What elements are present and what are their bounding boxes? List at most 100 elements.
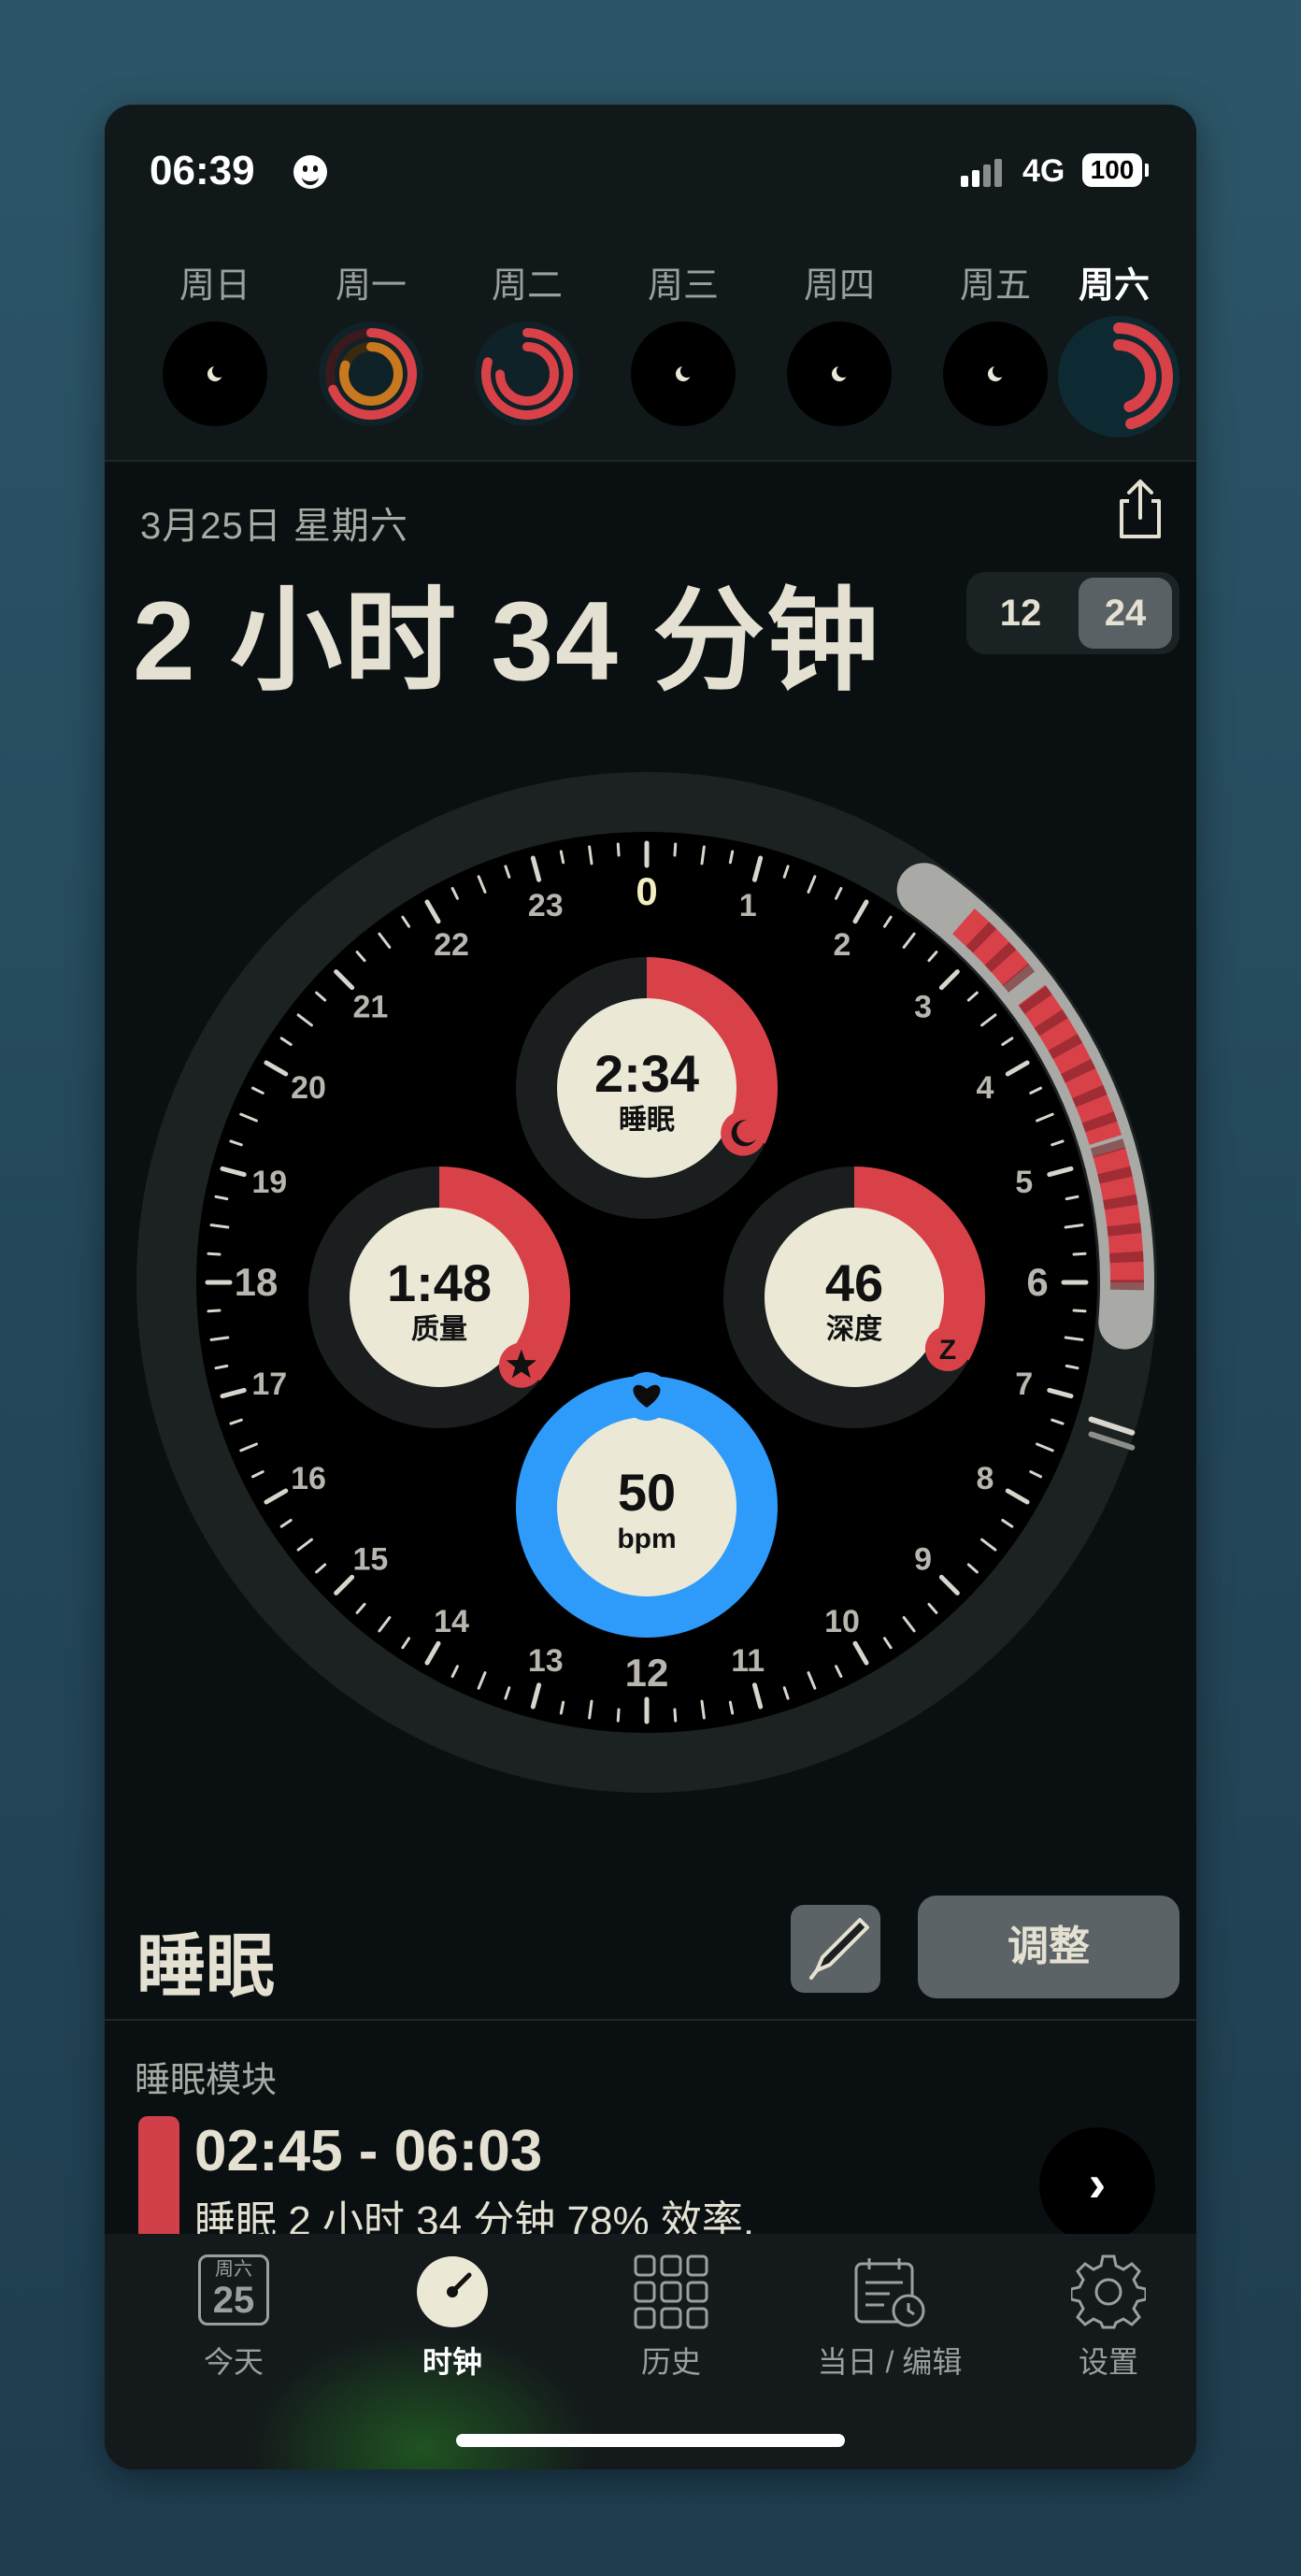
tab-label: 今天: [203, 2345, 264, 2379]
hour-label: 20: [291, 1070, 326, 1106]
sleep-stage-divider: [1034, 1009, 1068, 1037]
grid-icon: [634, 2254, 708, 2329]
deep-gauge[interactable]: 46深度 Z: [723, 1166, 985, 1428]
day-ring: [475, 322, 579, 426]
sleep-stage-divider: [1090, 1138, 1126, 1158]
gauge-value: 1:48: [387, 1253, 492, 1312]
status-time: 06:39: [150, 148, 255, 193]
gauge-value: 2:34: [594, 1044, 699, 1103]
sleep-stage-divider: [1107, 1223, 1142, 1237]
hour-label: 3: [914, 989, 932, 1024]
divider: [105, 2019, 1196, 2021]
gauge-label: 质量: [411, 1314, 467, 1345]
hour-label: 2: [834, 927, 851, 963]
dial-tick: [616, 842, 621, 857]
module-label: 睡眠模块: [135, 2061, 278, 2100]
phone-screen: 06:39 4G 100 周日 周一 周二 周三 周四 周五 周六 3月25日 …: [105, 105, 1196, 2469]
gauge-label: 深度: [826, 1314, 882, 1345]
hour-label: 12: [625, 1651, 669, 1695]
sleep-clock-dial: 0 1234567891011121314151617181920212223 2…: [136, 772, 1157, 1793]
sleep-stage-divider: [1019, 985, 1052, 1014]
home-indicator: [456, 2434, 845, 2447]
hour-label: 15: [353, 1542, 389, 1578]
format-12-button[interactable]: 12: [974, 578, 1067, 649]
sleep-stage-divider: [1081, 1111, 1118, 1133]
sleep-block-time: 02:45 - 06:03: [194, 2119, 543, 2183]
tab-label: 时钟: [422, 2345, 482, 2379]
day-ring: [943, 322, 1048, 426]
day-thursday[interactable]: 周四: [765, 245, 914, 426]
calendar-weekday: 周六: [215, 2259, 252, 2280]
chevron-right-button[interactable]: ›: [1039, 2127, 1155, 2243]
hour-label: 23: [528, 888, 564, 923]
sleep-duration: 2 小时 34 分钟: [133, 579, 881, 704]
day-ring: [1058, 316, 1179, 437]
sleep-stage-divider: [1072, 1084, 1108, 1108]
date-label: 3月25日 星期六: [140, 506, 408, 547]
network-label: 4G: [1022, 153, 1065, 189]
dial-tick: [207, 1309, 222, 1313]
week-strip: 周日 周一 周二 周三 周四 周五 周六: [105, 245, 1196, 462]
hour-label: 8: [977, 1461, 994, 1496]
day-label: 周日: [179, 266, 250, 306]
hour-label: 9: [914, 1542, 932, 1578]
sleep-stage-divider: [1061, 1058, 1096, 1083]
hour-label: 21: [353, 989, 389, 1024]
gear-icon: [1071, 2254, 1146, 2329]
section-title: 睡眠: [136, 1927, 275, 2005]
hour-label: 6: [1026, 1260, 1048, 1304]
quality-gauge[interactable]: 1:48质量: [308, 1166, 570, 1428]
hour-label: 1: [739, 888, 757, 923]
dial-tick: [1072, 1309, 1087, 1313]
day-label: 周一: [335, 266, 407, 306]
sleep-gauge[interactable]: 2:34睡眠: [516, 957, 778, 1219]
day-monday[interactable]: 周一: [296, 245, 446, 426]
sleep-stage-divider: [1002, 963, 1036, 993]
sleep-stage-divider: [1103, 1194, 1138, 1210]
gauge-value: 50: [618, 1463, 676, 1522]
time-format-toggle: 12 24: [966, 572, 1179, 654]
pencil-icon: [809, 1918, 869, 1980]
adjust-button[interactable]: 调整: [918, 1896, 1179, 1998]
signal-icon: [961, 159, 1008, 187]
gauge-label: 睡眠: [619, 1105, 675, 1136]
share-icon[interactable]: [1112, 477, 1168, 542]
calendar-edit-icon: [854, 2258, 925, 2327]
day-sunday[interactable]: 周日: [140, 245, 290, 426]
tab-label: 设置: [1078, 2345, 1138, 2379]
sleep-block-bar: [138, 2116, 179, 2247]
hour-label: 0: [636, 869, 657, 913]
hour-label: 7: [1015, 1367, 1033, 1402]
format-24-button[interactable]: 24: [1079, 578, 1172, 649]
dial-tick: [616, 1708, 621, 1723]
sleep-stage-divider: [965, 922, 997, 953]
dial-tick: [1072, 1252, 1087, 1256]
battery-icon: 100: [1082, 153, 1149, 187]
sleep-stage-divider: [1097, 1166, 1133, 1184]
hour-label: 18: [235, 1260, 279, 1304]
hour-label: 17: [251, 1367, 287, 1402]
tab-label: 历史: [640, 2345, 701, 2379]
sleep-stage-divider: [1109, 1251, 1144, 1264]
hour-label: 13: [528, 1643, 564, 1679]
hour-label: 22: [434, 927, 469, 963]
smiley-icon: [293, 155, 327, 189]
day-ring: [787, 322, 892, 426]
hour-label: 4: [977, 1070, 994, 1106]
sleep-stage-divider: [1048, 1034, 1083, 1060]
gauge-value: 46: [825, 1253, 883, 1312]
dial-tick: [207, 1252, 222, 1256]
day-label: 周二: [491, 266, 563, 306]
hour-label: 19: [251, 1165, 287, 1200]
day-ring: [319, 322, 423, 426]
sleep-stage-divider: [984, 941, 1017, 973]
day-saturday[interactable]: 周六: [1039, 245, 1189, 437]
day-tuesday[interactable]: 周二: [452, 245, 602, 426]
day-wednesday[interactable]: 周三: [608, 245, 758, 426]
hour-label: 11: [731, 1643, 765, 1679]
day-ring: [163, 322, 267, 426]
edit-button[interactable]: [791, 1905, 880, 1993]
dial-tick: [673, 842, 678, 857]
calendar-day-icon: 周六 25: [198, 2254, 269, 2326]
day-ring: [631, 322, 736, 426]
